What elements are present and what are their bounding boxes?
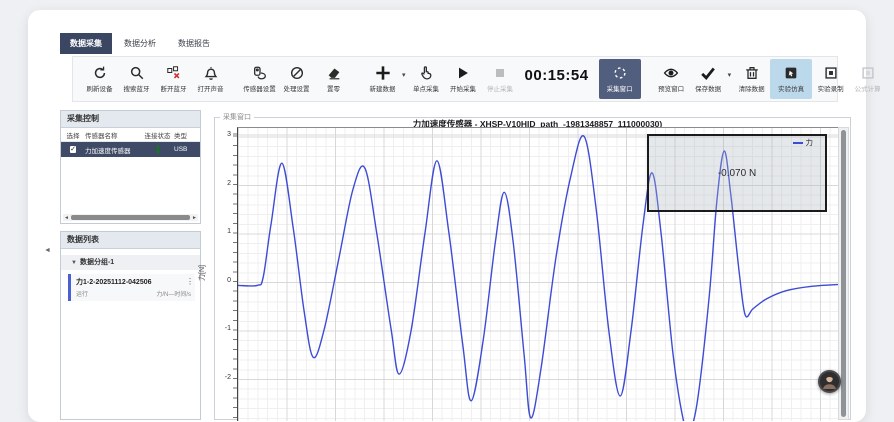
- data-list-panel: 数据列表 ▼数据分组-1 力1-2-20251112-042506 运行 力/N…: [60, 231, 201, 420]
- recording-icon: [823, 65, 839, 81]
- group-expand-caret-icon[interactable]: ▼: [71, 260, 77, 266]
- sensor-checkbox[interactable]: ✓: [70, 146, 76, 153]
- simulation-icon: [783, 65, 799, 81]
- column-connection-status: 连接状态: [141, 130, 174, 140]
- formula-calc-button[interactable]: 公式计算: [849, 59, 886, 99]
- disconnect-bluetooth-button[interactable]: 断开蓝牙: [155, 59, 192, 99]
- legend-label: 力: [806, 137, 814, 148]
- column-select: 选择: [61, 130, 85, 140]
- formula-icon: [860, 65, 876, 81]
- data-item-title: 力1-2-20251112-042506: [76, 277, 191, 287]
- save-data-button[interactable]: 保存数据: [690, 59, 727, 99]
- new-data-button[interactable]: 新建数据: [364, 59, 401, 99]
- save-data-dropdown-caret[interactable]: ▾: [728, 71, 732, 79]
- data-list-header: 数据列表: [61, 232, 200, 249]
- simulation-button[interactable]: 实验仿真: [770, 59, 812, 99]
- y-tick: -2: [211, 374, 231, 381]
- search-bluetooth-button[interactable]: 搜索蓝牙: [118, 59, 155, 99]
- bluetooth-disconnect-icon: [166, 65, 182, 81]
- connection-status-dot: [157, 145, 159, 154]
- new-data-dropdown-caret[interactable]: ▾: [402, 71, 406, 79]
- main-tabs: 数据采集 数据分析 数据报告: [60, 33, 220, 54]
- play-icon: [455, 65, 471, 81]
- single-point-capture-button[interactable]: 单点采集: [408, 59, 445, 99]
- check-icon: [700, 65, 716, 81]
- column-type: 类型: [174, 130, 198, 140]
- plus-icon: [375, 65, 391, 81]
- sidebar-collapse-handle[interactable]: ◄: [44, 247, 51, 254]
- recording-button[interactable]: 实验录制: [812, 59, 849, 99]
- eraser-icon: [326, 65, 342, 81]
- toolbar: 刷新设备 搜索蓝牙 断开蓝牙 打开声音 传感器设置 处理设置 置零: [72, 56, 838, 102]
- column-sensor-name: 传感器名称: [85, 130, 141, 140]
- stop-icon: [492, 65, 508, 81]
- stop-capture-button[interactable]: 停止采集: [482, 59, 519, 99]
- sound-toggle-button[interactable]: 打开声音: [192, 59, 229, 99]
- vertical-scrollbar-thumb[interactable]: [841, 130, 846, 417]
- y-tick: 3: [211, 131, 231, 138]
- kebab-menu-icon[interactable]: ⋮: [186, 277, 194, 286]
- y-tick: 2: [211, 180, 231, 187]
- collection-control-panel: 采集控制 选择 传感器名称 连接状态 类型 ✓ 力加速度传感器 USB ◄ ►: [60, 110, 201, 224]
- person-icon: [820, 372, 839, 391]
- data-group-row[interactable]: ▼数据分组-1: [61, 255, 200, 270]
- process-settings-button[interactable]: 处理设置: [278, 59, 315, 99]
- tab-data-report[interactable]: 数据报告: [168, 33, 220, 54]
- y-axis-label: 力[N]: [197, 265, 207, 281]
- y-tick: 1: [211, 228, 231, 235]
- avatar-floating-button[interactable]: [818, 370, 841, 393]
- trash-icon: [744, 65, 760, 81]
- eye-icon: [663, 65, 679, 81]
- measurement-annotation: -0.070 N: [718, 168, 756, 179]
- data-item-status: 运行: [76, 289, 88, 298]
- timer-display: 00:15:54: [525, 67, 589, 84]
- start-capture-button[interactable]: 开始采集: [445, 59, 482, 99]
- y-tick: -1: [211, 325, 231, 332]
- refresh-device-button[interactable]: 刷新设备: [81, 59, 118, 99]
- sensor-table-row[interactable]: ✓ 力加速度传感器 USB: [61, 142, 200, 157]
- sensor-name: 力加速度传感器: [85, 145, 141, 155]
- sensor-settings-icon: [252, 65, 268, 81]
- sensor-settings-button[interactable]: 传感器设置: [241, 59, 278, 99]
- data-list-item[interactable]: 力1-2-20251112-042506 运行 力/N—时间/s ⋮: [68, 274, 195, 301]
- preview-window-button[interactable]: 预览窗口: [653, 59, 690, 99]
- tab-data-collection[interactable]: 数据采集: [60, 33, 112, 54]
- y-tick: 0: [211, 277, 231, 284]
- legend-swatch: [793, 142, 803, 144]
- scroll-left-arrow-icon[interactable]: ◄: [63, 215, 70, 221]
- app-window: 数据采集 数据分析 数据报告 刷新设备 搜索蓝牙 断开蓝牙 打开声音 传感器设置…: [0, 0, 894, 420]
- bell-icon: [203, 65, 219, 81]
- single-point-icon: [418, 65, 434, 81]
- chart-legend: 力: [793, 137, 814, 148]
- scroll-right-arrow-icon[interactable]: ►: [191, 215, 198, 221]
- zero-button[interactable]: 置零: [315, 59, 352, 99]
- tab-data-analysis[interactable]: 数据分析: [114, 33, 166, 54]
- clear-data-button[interactable]: 清除数据: [733, 59, 770, 99]
- capture-window-icon: [612, 65, 628, 81]
- process-settings-icon: [289, 65, 305, 81]
- collection-control-header: 采集控制: [61, 111, 200, 128]
- search-icon: [129, 65, 145, 81]
- data-item-axes: 力/N—时间/s: [156, 289, 191, 298]
- sensor-table-header: 选择 传感器名称 连接状态 类型: [61, 128, 200, 142]
- chart-plot-area[interactable]: -0.070 N 力: [237, 127, 839, 421]
- scrollbar-thumb[interactable]: [71, 215, 190, 220]
- refresh-icon: [92, 65, 108, 81]
- horizontal-scrollbar[interactable]: ◄ ►: [63, 214, 198, 221]
- capture-window-button[interactable]: 采集窗口: [599, 59, 641, 99]
- sensor-type: USB: [174, 146, 198, 153]
